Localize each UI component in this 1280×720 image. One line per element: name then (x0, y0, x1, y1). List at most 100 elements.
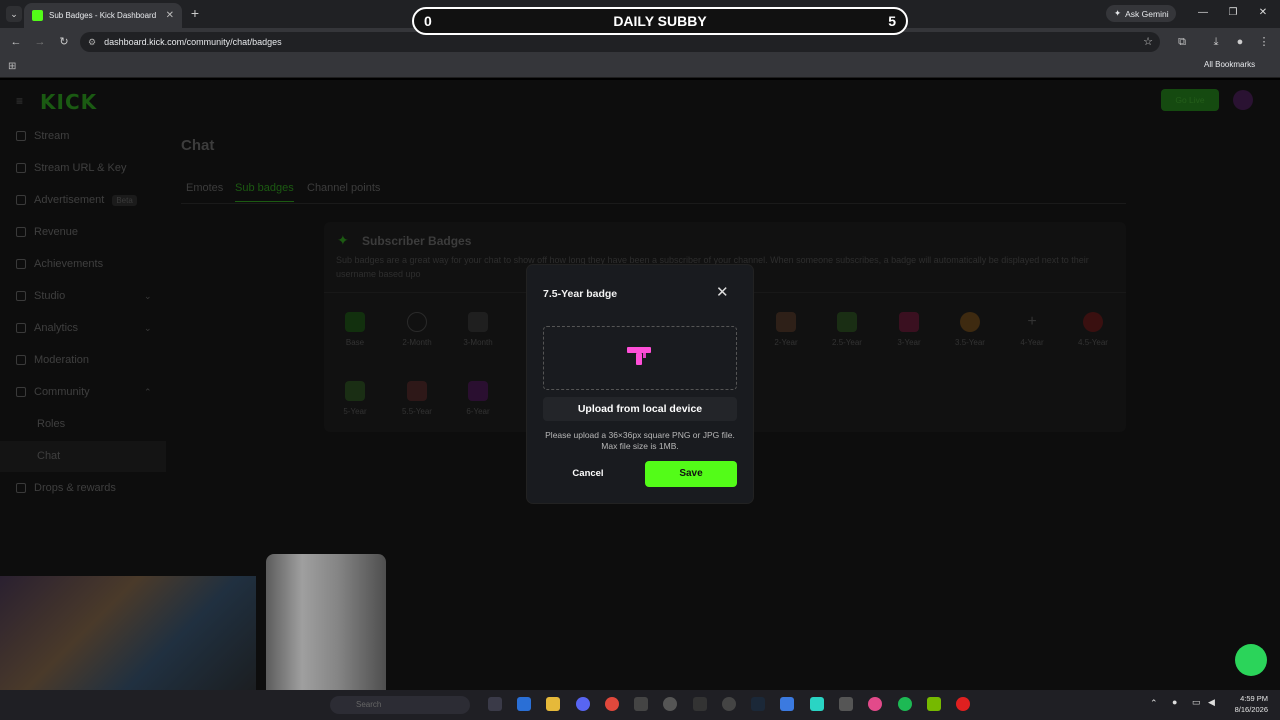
badge-2-month[interactable]: 2-Month (392, 312, 442, 347)
nvidia-icon[interactable] (927, 697, 941, 711)
menu-icon[interactable]: ⋮ (1256, 34, 1272, 50)
network-icon[interactable]: ▭ (1192, 697, 1201, 708)
sidebar-item-label: Stream (34, 130, 70, 142)
sidebar-item-stream-url-key[interactable]: Stream URL & Key (16, 162, 127, 174)
cancel-button[interactable]: Cancel (560, 462, 616, 486)
badge-label: 2-Month (402, 338, 432, 347)
close-icon[interactable]: ✕ (716, 285, 729, 301)
app-icon[interactable] (634, 697, 648, 711)
minimize-icon[interactable]: — (1196, 6, 1210, 20)
app-icon[interactable] (810, 697, 824, 711)
upload-from-device-button[interactable]: Upload from local device (543, 397, 737, 421)
epic-games-icon[interactable] (693, 697, 707, 711)
sidebar-item-community[interactable]: Community ⌃ (16, 386, 152, 398)
taskbar-search-input[interactable]: Search (330, 696, 470, 714)
badge-art-icon (1083, 312, 1103, 332)
taskbar-clock[interactable]: 4:59 PM 8/16/2026 (1228, 693, 1268, 715)
app-icon[interactable] (780, 697, 794, 711)
badge-art-icon (407, 381, 427, 401)
app-icon[interactable] (839, 697, 853, 711)
wrench-icon (16, 355, 26, 365)
app-icon[interactable] (868, 697, 882, 711)
app-icon[interactable] (956, 697, 970, 711)
obs-icon[interactable] (663, 697, 677, 711)
overlay-left-score: 0 (424, 13, 432, 29)
forward-icon[interactable]: → (32, 34, 48, 50)
new-tab-icon[interactable]: + (188, 6, 202, 20)
sidebar-item-moderation[interactable]: Moderation (16, 354, 89, 366)
upload-hint: Please upload a 36×36px square PNG or JP… (545, 430, 735, 451)
badge-3-month[interactable]: 3-Month (453, 312, 503, 347)
download-icon[interactable]: ⤓ (1208, 34, 1224, 50)
sidebar-item-achievements[interactable]: Achievements (16, 258, 103, 270)
sidebar-item-advertisement[interactable]: Advertisement Beta (16, 194, 137, 206)
badge-3-year[interactable]: 3-Year (884, 312, 934, 347)
extensions-icon[interactable]: ⧉ (1174, 34, 1190, 50)
badge-5-year[interactable]: 5-Year (330, 381, 380, 416)
sidebar-item-drops-rewards[interactable]: Drops & rewards (16, 482, 116, 494)
apps-icon[interactable]: ⊞ (8, 61, 16, 72)
save-button[interactable]: Save (645, 461, 737, 487)
tab-channel-points[interactable]: Channel points (307, 182, 380, 194)
copilot-icon[interactable] (517, 697, 531, 711)
all-bookmarks[interactable]: All Bookmarks (1204, 60, 1255, 69)
steam-icon[interactable] (751, 697, 765, 711)
tray-chevron-icon[interactable]: ⌃ (1150, 698, 1158, 709)
sidebar-item-stream[interactable]: Stream (16, 130, 69, 142)
badge-label: 3-Month (463, 338, 493, 347)
badge-4-year[interactable]: +4-Year (1007, 312, 1057, 347)
profile-icon[interactable]: ● (1232, 34, 1248, 50)
discord-icon[interactable] (576, 697, 590, 711)
sidebar-item-analytics[interactable]: Analytics ⌄ (16, 322, 152, 334)
badge-5-5-year[interactable]: 5.5-Year (392, 381, 442, 416)
tab-emotes[interactable]: Emotes (186, 182, 223, 194)
tab-close-icon[interactable]: ✕ (166, 10, 174, 21)
browser-tab[interactable]: Sub Badges - Kick Dashboard ✕ (24, 3, 182, 28)
bookmark-star-icon[interactable]: ☆ (1140, 34, 1156, 50)
badge-4-5-year[interactable]: 4.5-Year (1068, 312, 1118, 347)
badge-label: 5-Year (343, 407, 367, 416)
avatar[interactable] (1233, 90, 1253, 110)
microphone-icon[interactable]: ● (1172, 697, 1177, 707)
sidebar-item-roles[interactable]: Roles (37, 418, 65, 430)
close-window-icon[interactable]: ✕ (1256, 6, 1270, 20)
sidebar-item-revenue[interactable]: Revenue (16, 226, 78, 238)
crown-icon (468, 312, 488, 332)
badge-2-5-year[interactable]: 2.5-Year (822, 312, 872, 347)
back-icon[interactable]: ← (8, 34, 24, 50)
file-explorer-icon[interactable] (546, 697, 560, 711)
spotify-icon[interactable] (898, 697, 912, 711)
tab-search-icon[interactable]: ⌄ (6, 6, 22, 22)
go-live-button[interactable]: Go Live (1161, 89, 1219, 111)
badge-base[interactable]: Base (330, 312, 380, 347)
reload-icon[interactable]: ↻ (56, 34, 72, 50)
daily-subby-overlay: 0 DAILY SUBBY 5 (412, 7, 908, 35)
community-icon (16, 387, 26, 397)
sidebar-item-studio[interactable]: Studio ⌄ (16, 290, 152, 302)
weed-leaf-icon (345, 312, 365, 332)
help-chat-icon[interactable] (1235, 644, 1267, 676)
plus-icon: + (1027, 313, 1037, 330)
revenue-icon (16, 227, 26, 237)
url-input[interactable]: ⚙ dashboard.kick.com/community/chat/badg… (80, 32, 1160, 52)
sidebar-item-chat[interactable]: Chat (37, 450, 60, 462)
heart-icon (407, 312, 427, 332)
badge-art-icon (837, 312, 857, 332)
chrome-icon[interactable] (605, 697, 619, 711)
site-info-icon[interactable]: ⚙ (88, 37, 96, 48)
badge-2-year[interactable]: 2-Year (761, 312, 811, 347)
maximize-icon[interactable]: ❐ (1226, 6, 1240, 20)
ask-gemini-button[interactable]: ✦ Ask Gemini (1106, 5, 1176, 22)
task-view-icon[interactable] (488, 697, 502, 711)
badge-3-5-year[interactable]: 3.5-Year (945, 312, 995, 347)
tab-sub-badges[interactable]: Sub badges (235, 182, 294, 202)
tab-title: Sub Badges - Kick Dashboard (49, 11, 157, 20)
sidebar-item-label: Studio (34, 290, 66, 302)
badge-6-year[interactable]: 6-Year (453, 381, 503, 416)
badge-label: 5.5-Year (402, 407, 432, 416)
sidebar-item-label: Roles (37, 418, 66, 430)
chevron-down-icon: ⌄ (144, 322, 152, 333)
badge-label: 4-Year (1020, 338, 1044, 347)
app-icon[interactable] (722, 697, 736, 711)
volume-icon[interactable]: ◀ (1208, 697, 1215, 708)
